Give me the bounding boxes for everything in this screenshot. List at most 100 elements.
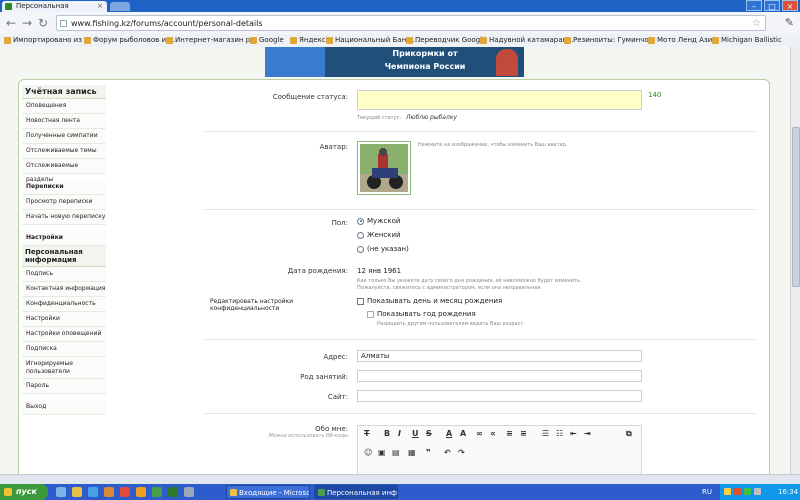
close-window-button[interactable]: × (782, 0, 798, 11)
code-icon[interactable]: ▦ (408, 448, 416, 457)
checkbox-icon[interactable] (357, 297, 364, 305)
quicklaunch-firefox-icon[interactable] (136, 487, 146, 497)
sidebar-item-signature[interactable]: Подпись (22, 267, 106, 282)
minimize-button[interactable]: – (746, 0, 762, 11)
quicklaunch-folder-icon[interactable] (72, 487, 82, 497)
avatar-image[interactable] (357, 141, 411, 195)
gender-option-unspecified[interactable]: (не указан) (357, 245, 409, 253)
task-chrome[interactable]: Персональная инфо... (314, 485, 398, 499)
sidebar-conversations-title[interactable]: Переписки (22, 180, 106, 195)
bullet-list-icon[interactable]: ☰ (542, 429, 549, 438)
strikethrough-icon[interactable]: S (426, 429, 432, 438)
reload-icon[interactable]: ↻ (38, 16, 48, 30)
sidebar-item-alerts[interactable]: Оповещения (22, 99, 106, 114)
bookmark-item[interactable]: Резиноиты: Гуминчо... (564, 34, 655, 47)
radio-icon[interactable] (357, 231, 364, 239)
radio-icon[interactable] (357, 245, 364, 253)
clock[interactable]: 16:34 (778, 484, 798, 500)
smilie-icon[interactable]: ☺ (364, 448, 372, 457)
bookmark-item[interactable]: Google (250, 34, 284, 47)
scrollbar-thumb[interactable] (792, 127, 800, 287)
gender-option-male[interactable]: Мужской (357, 217, 400, 225)
quote-icon[interactable]: ❞ (426, 448, 431, 457)
quicklaunch-ie-icon[interactable] (56, 487, 66, 497)
wrench-icon[interactable]: ✎ (785, 16, 794, 29)
show-dob-checkbox[interactable]: Показывать день и месяц рождения (357, 297, 502, 305)
task-outlook[interactable]: Входящие - Microsof... (226, 485, 310, 499)
sidebar-settings-title[interactable]: Настройки (22, 231, 106, 246)
browser-tab[interactable]: Персональная информация × (2, 1, 107, 21)
show-year-checkbox[interactable]: Показывать год рождения (367, 310, 476, 318)
media-icon[interactable]: ▤ (392, 448, 400, 457)
checkbox-icon[interactable] (367, 310, 374, 318)
address-input[interactable]: Алматы (357, 350, 642, 362)
sidebar-item-news-feed[interactable]: Новостная лента (22, 114, 106, 129)
sidebar-item-view-conversations[interactable]: Просмотр переписки (22, 195, 106, 210)
image-icon[interactable]: ▣ (378, 448, 386, 457)
tray-icon[interactable] (744, 488, 751, 495)
bookmark-item[interactable]: Переводчик Google (406, 34, 486, 47)
start-button[interactable]: пуск (0, 484, 48, 500)
language-indicator[interactable]: RU (702, 484, 712, 500)
quicklaunch-app-icon[interactable] (104, 487, 114, 497)
status-input[interactable] (357, 90, 642, 110)
undo-icon[interactable]: ↶ (444, 448, 451, 457)
page-scrollbar[interactable] (790, 47, 800, 474)
radio-selected-icon[interactable] (357, 217, 364, 225)
sidebar-item-alert-preferences[interactable]: Настройки оповещений (22, 327, 106, 342)
tray-icon[interactable] (734, 488, 741, 495)
back-arrow-icon[interactable]: ← (6, 16, 16, 30)
bookmark-item[interactable]: Мото Ленд Азия (648, 34, 716, 47)
sidebar-item-ignored[interactable]: Игнорируемые пользователи (22, 357, 106, 379)
tray-icon[interactable] (724, 488, 731, 495)
quicklaunch-outlook-icon[interactable] (88, 487, 98, 497)
sidebar-item-password[interactable]: Пароль (22, 379, 106, 394)
font-size-icon[interactable]: A (460, 429, 466, 438)
forward-arrow-icon[interactable]: → (22, 16, 32, 30)
link-icon[interactable]: ∞ (476, 429, 483, 438)
indent-icon[interactable]: ⇥ (584, 429, 591, 438)
bookmark-item[interactable]: Форум рыболовов и ... (84, 34, 175, 47)
sidebar-item-watched-forums[interactable]: Отслеживаемые разделы (22, 159, 106, 183)
sidebar-item-subscription[interactable]: Подписка (22, 342, 106, 357)
sidebar-item-logout[interactable]: Выход (22, 400, 106, 415)
website-input[interactable] (357, 390, 642, 402)
align-center-icon[interactable]: ≡ (520, 429, 527, 438)
tray-icon[interactable] (754, 488, 761, 495)
close-tab-icon[interactable]: × (97, 1, 103, 12)
toggle-bbcode-icon[interactable]: ⧉ (626, 429, 632, 439)
quicklaunch-opera-icon[interactable] (120, 487, 130, 497)
outdent-icon[interactable]: ⇤ (570, 429, 577, 438)
sidebar-item-preferences[interactable]: Настройки (22, 312, 106, 327)
numbered-list-icon[interactable]: ☷ (556, 429, 563, 438)
align-left-icon[interactable]: ≡ (506, 429, 513, 438)
quicklaunch-utorrent-icon[interactable] (168, 487, 178, 497)
sidebar-item-new-conversation[interactable]: Начать новую переписку (22, 210, 106, 225)
address-bar[interactable]: www.fishing.kz/forums/account/personal-d… (56, 15, 766, 31)
redo-icon[interactable]: ↷ (458, 448, 465, 457)
new-tab-button[interactable] (110, 2, 130, 11)
bookmark-item[interactable]: Яндекс (290, 34, 326, 47)
sidebar-item-likes[interactable]: Полученные симпатии (22, 129, 106, 144)
sidebar-item-contact[interactable]: Контактная информация (22, 282, 106, 297)
gender-option-female[interactable]: Женский (357, 231, 401, 239)
sidebar-item-privacy[interactable]: Конфиденциальность (22, 297, 106, 312)
text-color-icon[interactable]: A (446, 429, 452, 438)
sidebar-item-watched-threads[interactable]: Отслеживаемые темы (22, 144, 106, 159)
bold-icon[interactable]: B (384, 429, 390, 438)
underline-icon[interactable]: U (412, 429, 419, 438)
avatar-label: Аватар: (319, 143, 348, 151)
ad-banner[interactable]: Прикормки от Чемпиона России (265, 47, 524, 77)
occupation-input[interactable] (357, 370, 642, 382)
bookmark-item[interactable]: Импортировано из IE (4, 34, 91, 47)
remove-format-icon[interactable]: T (364, 429, 369, 438)
quicklaunch-chrome-icon[interactable] (152, 487, 162, 497)
italic-icon[interactable]: I (398, 429, 401, 438)
bookmark-item[interactable]: Michigan Ballistic (712, 34, 782, 47)
quicklaunch-desktop-icon[interactable] (184, 487, 194, 497)
bookmark-item[interactable]: Надувной катамаран... (480, 34, 574, 47)
bookmark-item[interactable]: Интернет-магазин р... (166, 34, 257, 47)
maximize-button[interactable]: □ (764, 0, 780, 11)
bookmark-star-icon[interactable]: ☆ (752, 16, 761, 32)
unlink-icon[interactable]: ∝ (490, 429, 496, 438)
